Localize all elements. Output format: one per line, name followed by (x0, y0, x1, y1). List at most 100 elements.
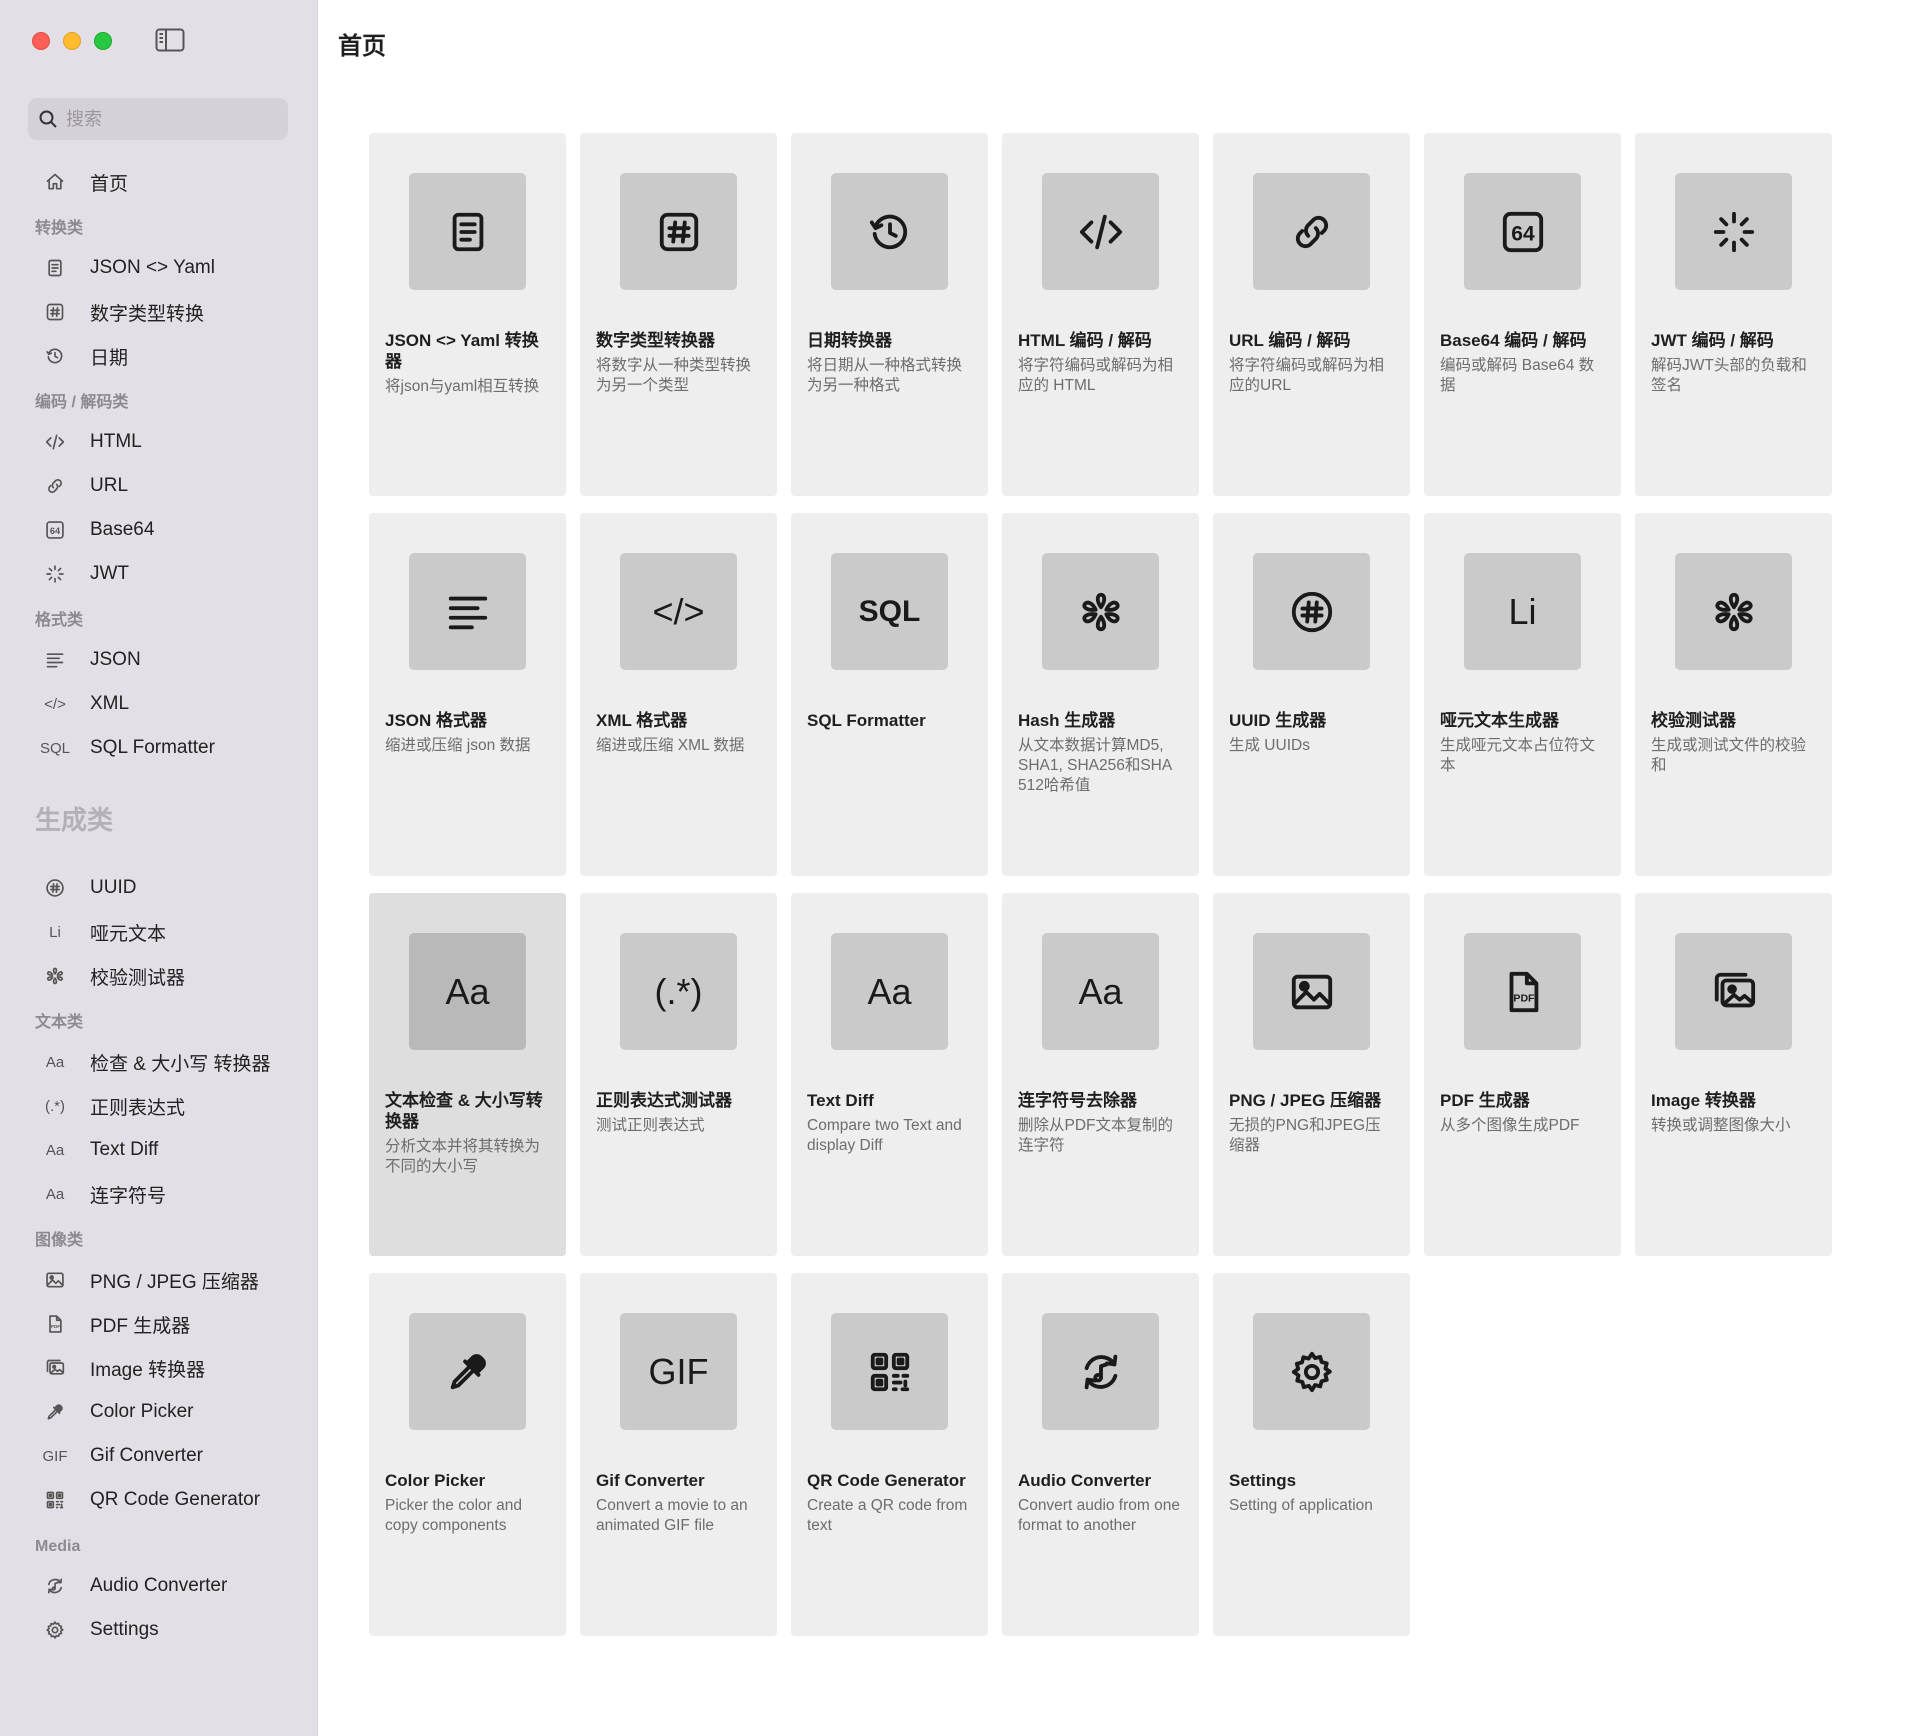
tool-card-title: JSON <> Yaml 转换器 (385, 331, 539, 371)
tool-card[interactable]: Settings Setting of application (1213, 1273, 1410, 1636)
tool-card[interactable]: HTML 编码 / 解码 将字符编码或解码为相应的 HTML (1002, 133, 1199, 496)
sidebar-item[interactable]: 数字类型转换 (0, 290, 318, 334)
tool-card-title: JSON 格式器 (385, 711, 488, 730)
sidebar-item[interactable]: SQL SQL Formatter (0, 726, 318, 770)
tool-card[interactable]: SQL SQL Formatter (791, 513, 988, 876)
tool-card-icon-tile: PDF (1464, 933, 1581, 1050)
tool-card[interactable]: JWT 编码 / 解码 解码JWT头部的负载和签名 (1635, 133, 1832, 496)
sidebar-item-label: Color Picker (90, 1401, 194, 1422)
sidebar-item[interactable]: Aa 检查 & 大小写 转换器 (0, 1040, 318, 1084)
tool-card[interactable]: Audio Converter Convert audio from one fo… (1002, 1273, 1199, 1636)
images-icon (40, 1356, 70, 1380)
tool-card[interactable]: JSON <> Yaml 转换器 将json与yaml相互转换 (369, 133, 566, 496)
sidebar-item[interactable]: (.*) 正则表达式 (0, 1084, 318, 1128)
sidebar-item[interactable]: PDF PDF 生成器 (0, 1302, 318, 1346)
sidebar-item[interactable]: UUID (0, 866, 318, 910)
tool-card-icon-tile (1675, 173, 1792, 290)
sidebar-item[interactable]: 校验测试器 (0, 954, 318, 998)
tool-card[interactable]: 数字类型转换器 将数字从一种类型转换为另一个类型 (580, 133, 777, 496)
tool-card-description: 缩进或压缩 XML 数据 (596, 737, 745, 754)
sidebar-item[interactable]: PNG / JPEG 压缩器 (0, 1258, 318, 1302)
tool-card[interactable]: 64 Base64 编码 / 解码 编码或解码 Base64 数据 (1424, 133, 1621, 496)
tool-card[interactable]: URL 编码 / 解码 将字符编码或解码为相应的URL (1213, 133, 1410, 496)
images-icon (1711, 969, 1757, 1015)
sidebar-item[interactable]: Color Picker (0, 1390, 318, 1434)
sidebar-item[interactable]: Aa Text Diff (0, 1128, 318, 1172)
tool-card[interactable]: JSON 格式器 缩进或压缩 json 数据 (369, 513, 566, 876)
tool-card-icon-tile: Aa (831, 933, 948, 1050)
tool-card-title: QR Code Generator (807, 1471, 966, 1490)
sidebar-item[interactable]: Li 哑元文本 (0, 910, 318, 954)
tool-card[interactable]: Li 哑元文本生成器 生成哑元文本占位符文本 (1424, 513, 1621, 876)
tool-card-icon-tile (409, 553, 526, 670)
search-field[interactable] (28, 98, 288, 140)
sidebar-item[interactable]: Settings (0, 1608, 318, 1652)
sidebar-item[interactable]: JWT (0, 552, 318, 596)
tool-card[interactable]: (.*) 正则表达式测试器 测试正则表达式 (580, 893, 777, 1256)
tool-card-description: 删除从PDF文本复制的连字符 (1018, 1117, 1174, 1154)
tool-card[interactable]: </> XML 格式器 缩进或压缩 XML 数据 (580, 513, 777, 876)
sidebar-section-header: 转换类 (35, 220, 84, 237)
tool-card[interactable]: Aa Text Diff Compare two Text and display … (791, 893, 988, 1256)
sidebar-item[interactable]: </> XML (0, 682, 318, 726)
sidebar-item[interactable]: JSON <> Yaml (0, 246, 318, 290)
link-icon (40, 474, 70, 498)
sidebar-item[interactable]: HTML (0, 420, 318, 464)
tool-card[interactable]: GIF Gif Converter Convert a movie to an an… (580, 1273, 777, 1636)
sidebar-item-label: XML (90, 693, 130, 714)
tool-card-title: 日期转换器 (807, 331, 892, 350)
tool-card-icon-tile: Aa (409, 933, 526, 1050)
sidebar-item[interactable]: 64 Base64 (0, 508, 318, 552)
tool-card-description: Picker the color and copy components (385, 1497, 522, 1534)
gear-icon (1289, 1349, 1335, 1395)
tool-card-description: 生成哑元文本占位符文本 (1440, 737, 1596, 774)
sidebar-toggle-icon[interactable] (155, 28, 185, 52)
search-icon (39, 110, 57, 128)
tool-card-description: 将字符编码或解码为相应的 HTML (1018, 357, 1174, 394)
close-window-button[interactable] (32, 32, 50, 50)
pdf-icon: PDF (1500, 969, 1546, 1015)
tool-card[interactable]: Hash 生成器 从文本数据计算MD5, SHA1, SHA256和SHA 512… (1002, 513, 1199, 876)
sidebar-item[interactable]: Aa 连字符号 (0, 1172, 318, 1216)
tool-card-icon-tile (1253, 173, 1370, 290)
sidebar-item[interactable]: Audio Converter (0, 1564, 318, 1608)
search-input[interactable] (66, 108, 266, 130)
tool-card[interactable]: UUID 生成器 生成 UUIDs (1213, 513, 1410, 876)
tool-card-description: 从文本数据计算MD5, SHA1, SHA256和SHA 512哈希值 (1018, 737, 1172, 794)
sidebar-item[interactable]: 首页 (0, 160, 318, 204)
tool-card[interactable]: PDF PDF 生成器 从多个图像生成PDF (1424, 893, 1621, 1256)
lorem-icon: Li (1508, 590, 1537, 632)
tool-card[interactable]: Image 转换器 转换或调整图像大小 (1635, 893, 1832, 1256)
code-icon (40, 430, 70, 454)
sidebar-item[interactable]: QR Code Generator (0, 1478, 318, 1522)
tool-card[interactable]: QR Code Generator Create a QR code from t… (791, 1273, 988, 1636)
tool-card-description: 测试正则表达式 (596, 1117, 705, 1134)
sidebar-item[interactable]: URL (0, 464, 318, 508)
sql-icon: SQL (858, 594, 921, 628)
hash-icon (1078, 589, 1124, 635)
tool-card-title: JWT 编码 / 解码 (1651, 331, 1774, 350)
eyedropper-icon (445, 1349, 491, 1395)
sidebar-item[interactable]: 日期 (0, 334, 318, 378)
home-icon (40, 170, 70, 194)
tool-card-title: Audio Converter (1018, 1471, 1152, 1490)
svg-text:64: 64 (1511, 222, 1535, 245)
tool-card-description: Convert audio from one format to another (1018, 1497, 1180, 1534)
sidebar-item[interactable]: Image 转换器 (0, 1346, 318, 1390)
sidebar-item[interactable]: GIF Gif Converter (0, 1434, 318, 1478)
tool-card-title: Image 转换器 (1651, 1091, 1756, 1110)
base64-icon: 64 (1500, 209, 1546, 255)
minimize-window-button[interactable] (63, 32, 81, 50)
tool-card[interactable]: 日期转换器 将日期从一种格式转换为另一种格式 (791, 133, 988, 496)
zoom-window-button[interactable] (94, 32, 112, 50)
tool-card-title: URL 编码 / 解码 (1229, 331, 1351, 350)
sidebar-item-label: JWT (90, 563, 130, 584)
tool-card[interactable]: Color Picker Picker the color and copy co… (369, 1273, 566, 1636)
tool-card[interactable]: 校验测试器 生成或测试文件的校验和 (1635, 513, 1832, 876)
tool-card-icon-tile: (.*) (620, 933, 737, 1050)
tool-card[interactable]: PNG / JPEG 压缩器 无损的PNG和JPEG压缩器 (1213, 893, 1410, 1256)
sidebar-item[interactable]: JSON (0, 638, 318, 682)
tool-card[interactable]: Aa 连字符号去除器 删除从PDF文本复制的连字符 (1002, 893, 1199, 1256)
tool-card-icon-tile (1042, 1313, 1159, 1430)
tool-card[interactable]: Aa 文本检查 & 大小写转换器 分析文本并将其转换为不同的大小写 (369, 893, 566, 1256)
